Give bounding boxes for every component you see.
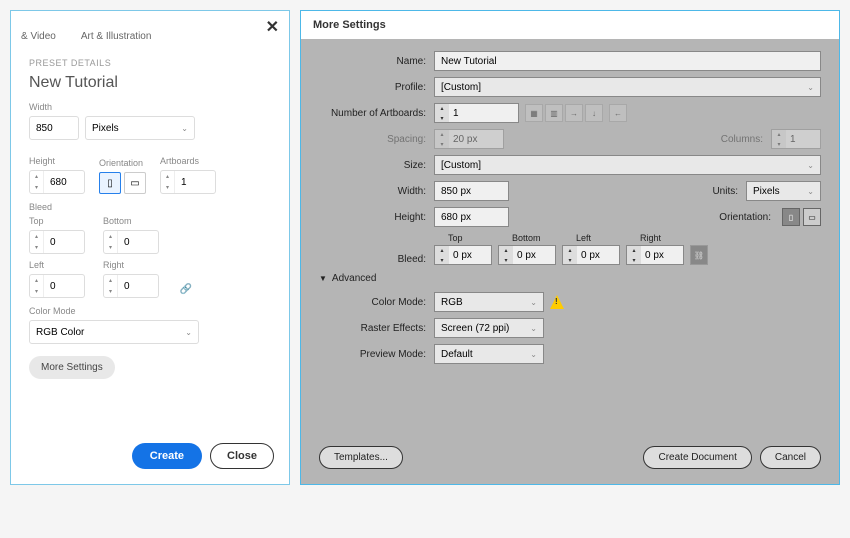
bleed-bottom-input[interactable]: ▴▾0 [103, 230, 159, 254]
new-document-panel: ✕ & Video Art & Illustration PRESET DETA… [10, 10, 290, 485]
profile-label: Profile: [319, 82, 434, 93]
r-width-label: Width: [319, 186, 434, 197]
height-label: Height [29, 156, 85, 166]
preview-label: Preview Mode: [319, 349, 434, 360]
bleed-left-input[interactable]: ▴▾0 [29, 274, 85, 298]
units-select[interactable]: Pixels⌄ [85, 116, 195, 140]
r-bleed-bottom[interactable]: ▴▾0 px [498, 245, 556, 265]
bleed-left-label: Left [29, 260, 85, 270]
r-width-input[interactable]: 850 px [434, 181, 509, 201]
more-settings-button[interactable]: More Settings [29, 356, 115, 379]
orientation-landscape-button[interactable]: ▭ [124, 172, 146, 194]
arrange-row-icon[interactable]: → [565, 104, 583, 122]
color-mode-select[interactable]: RGB Color⌄ [29, 320, 199, 344]
preview-select[interactable]: Default⌄ [434, 344, 544, 364]
name-label: Name: [319, 56, 434, 67]
arrange-grid-col-icon[interactable]: ▥ [545, 104, 563, 122]
bleed-label: Bleed [29, 202, 271, 212]
r-height-input[interactable]: 680 px [434, 207, 509, 227]
orientation-label: Orientation [99, 158, 146, 168]
r-units-label: Units: [712, 186, 746, 197]
chevron-down-icon: ⌄ [181, 124, 188, 133]
arrange-grid-row-icon[interactable]: ▦ [525, 104, 543, 122]
artboards-input[interactable]: ▴▾ 1 [160, 170, 216, 194]
artboards-label: Artboards [160, 156, 216, 166]
document-title[interactable]: New Tutorial [29, 74, 271, 92]
r-bleed-left[interactable]: ▴▾0 px [562, 245, 620, 265]
arrange-col-icon[interactable]: ↓ [585, 104, 603, 122]
size-select[interactable]: [Custom]⌄ [434, 155, 821, 175]
category-tabs: & Video Art & Illustration [11, 11, 289, 48]
bleed-right-label: Right [103, 260, 159, 270]
templates-button[interactable]: Templates... [319, 446, 403, 469]
tab-film-video[interactable]: & Video [21, 31, 56, 42]
bleed-bottom-label: Bottom [103, 216, 159, 226]
bleed-right-input[interactable]: ▴▾0 [103, 274, 159, 298]
color-mode-label: Color Mode [29, 306, 271, 316]
create-document-button[interactable]: Create Document [643, 446, 751, 469]
close-icon[interactable]: ✕ [266, 17, 279, 37]
advanced-toggle[interactable]: Advanced [319, 273, 821, 284]
stepper-down-icon[interactable]: ▾ [30, 182, 43, 193]
link-bleed-icon[interactable]: ⛓ [690, 245, 708, 265]
r-orientation-landscape[interactable]: ▭ [803, 208, 821, 226]
dialog-title: More Settings [301, 11, 839, 39]
bleed-top-input[interactable]: ▴▾0 [29, 230, 85, 254]
more-settings-dialog: More Settings Name: New Tutorial Profile… [300, 10, 840, 485]
close-button[interactable]: Close [210, 443, 274, 469]
arrange-rtl-icon[interactable]: ← [609, 104, 627, 122]
r-orientation-portrait[interactable]: ▯ [782, 208, 800, 226]
columns-label: Columns: [721, 134, 771, 145]
r-bleed-top[interactable]: ▴▾0 px [434, 245, 492, 265]
r-colormode-label: Color Mode: [319, 297, 434, 308]
stepper-up-icon[interactable]: ▴ [30, 171, 43, 182]
raster-select[interactable]: Screen (72 ppi)⌄ [434, 318, 544, 338]
name-input[interactable]: New Tutorial [434, 51, 821, 71]
link-bleed-icon[interactable]: 🔗 [177, 280, 195, 298]
warning-icon [550, 295, 564, 309]
r-height-label: Height: [319, 212, 434, 223]
stepper-up-icon[interactable]: ▴ [161, 171, 174, 182]
cancel-button[interactable]: Cancel [760, 446, 821, 469]
raster-label: Raster Effects: [319, 323, 434, 334]
preset-details-label: PRESET DETAILS [29, 58, 271, 68]
size-label: Size: [319, 160, 434, 171]
num-artboards-label: Number of Artboards: [319, 108, 434, 119]
stepper-down-icon[interactable]: ▾ [161, 182, 174, 193]
spacing-input: ▴▾20 px [434, 129, 504, 149]
width-label: Width [29, 102, 271, 112]
spacing-label: Spacing: [319, 134, 434, 145]
columns-input: ▴▾1 [771, 129, 821, 149]
r-colormode-select[interactable]: RGB⌄ [434, 292, 544, 312]
width-input[interactable]: 850 [29, 116, 79, 140]
tab-art-illustration[interactable]: Art & Illustration [81, 31, 152, 42]
r-bleed-right[interactable]: ▴▾0 px [626, 245, 684, 265]
orientation-portrait-button[interactable]: ▯ [99, 172, 121, 194]
bleed-top-label: Top [29, 216, 85, 226]
r-bleed-label: Bleed: [319, 254, 434, 265]
r-orientation-label: Orientation: [719, 212, 779, 223]
height-input[interactable]: ▴▾ 680 [29, 170, 85, 194]
chevron-down-icon: ⌄ [185, 328, 192, 337]
r-units-select[interactable]: Pixels⌄ [746, 181, 821, 201]
num-artboards-input[interactable]: ▴▾1 [434, 103, 519, 123]
profile-select[interactable]: [Custom]⌄ [434, 77, 821, 97]
create-button[interactable]: Create [132, 443, 202, 469]
